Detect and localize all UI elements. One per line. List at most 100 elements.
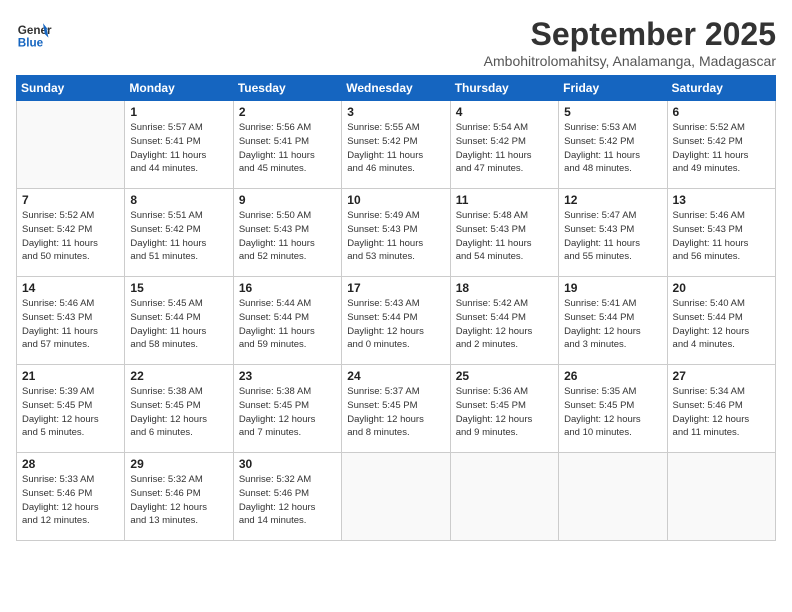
day-header-monday: Monday — [125, 76, 233, 101]
day-number: 22 — [130, 369, 227, 383]
day-info: Sunrise: 5:50 AM Sunset: 5:43 PM Dayligh… — [239, 209, 336, 264]
day-number: 15 — [130, 281, 227, 295]
day-info: Sunrise: 5:53 AM Sunset: 5:42 PM Dayligh… — [564, 121, 661, 176]
day-info: Sunrise: 5:40 AM Sunset: 5:44 PM Dayligh… — [673, 297, 770, 352]
calendar-cell: 15 Sunrise: 5:45 AM Sunset: 5:44 PM Dayli… — [125, 277, 233, 365]
day-info: Sunrise: 5:43 AM Sunset: 5:44 PM Dayligh… — [347, 297, 444, 352]
day-info: Sunrise: 5:46 AM Sunset: 5:43 PM Dayligh… — [22, 297, 119, 352]
day-info: Sunrise: 5:45 AM Sunset: 5:44 PM Dayligh… — [130, 297, 227, 352]
day-info: Sunrise: 5:39 AM Sunset: 5:45 PM Dayligh… — [22, 385, 119, 440]
calendar-cell — [450, 453, 558, 541]
calendar-cell: 25 Sunrise: 5:36 AM Sunset: 5:45 PM Dayli… — [450, 365, 558, 453]
calendar-cell: 23 Sunrise: 5:38 AM Sunset: 5:45 PM Dayli… — [233, 365, 341, 453]
calendar-cell: 18Sunrise: 5:42 AM Sunset: 5:44 PM Dayli… — [450, 277, 558, 365]
calendar-cell: 6 Sunrise: 5:52 AM Sunset: 5:42 PM Daylig… — [667, 101, 775, 189]
calendar-cell: 30Sunrise: 5:32 AM Sunset: 5:46 PM Dayli… — [233, 453, 341, 541]
day-header-friday: Friday — [559, 76, 667, 101]
day-info: Sunrise: 5:56 AM Sunset: 5:41 PM Dayligh… — [239, 121, 336, 176]
day-number: 17 — [347, 281, 444, 295]
calendar-cell: 3 Sunrise: 5:55 AM Sunset: 5:42 PM Daylig… — [342, 101, 450, 189]
calendar-cell: 19 Sunrise: 5:41 AM Sunset: 5:44 PM Dayli… — [559, 277, 667, 365]
day-info: Sunrise: 5:44 AM Sunset: 5:44 PM Dayligh… — [239, 297, 336, 352]
calendar-cell: 1Sunrise: 5:57 AM Sunset: 5:41 PM Daylig… — [125, 101, 233, 189]
calendar-cell — [342, 453, 450, 541]
calendar-cell: 26 Sunrise: 5:35 AM Sunset: 5:45 PM Dayli… — [559, 365, 667, 453]
location-subtitle: Ambohitrolomahitsy, Analamanga, Madagasc… — [484, 53, 776, 69]
calendar-cell: 7 Sunrise: 5:52 AM Sunset: 5:42 PM Daylig… — [17, 189, 125, 277]
calendar-cell — [17, 101, 125, 189]
day-info: Sunrise: 5:52 AM Sunset: 5:42 PM Dayligh… — [673, 121, 770, 176]
day-info: Sunrise: 5:38 AM Sunset: 5:45 PM Dayligh… — [239, 385, 336, 440]
calendar-cell: 13 Sunrise: 5:46 AM Sunset: 5:43 PM Dayli… — [667, 189, 775, 277]
day-number: 29 — [130, 457, 227, 471]
day-header-tuesday: Tuesday — [233, 76, 341, 101]
day-number: 18 — [456, 281, 553, 295]
day-number: 16 — [239, 281, 336, 295]
day-info: Sunrise: 5:48 AM Sunset: 5:43 PM Dayligh… — [456, 209, 553, 264]
day-number: 4 — [456, 105, 553, 119]
day-info: Sunrise: 5:35 AM Sunset: 5:45 PM Dayligh… — [564, 385, 661, 440]
day-header-wednesday: Wednesday — [342, 76, 450, 101]
day-number: 12 — [564, 193, 661, 207]
day-number: 5 — [564, 105, 661, 119]
day-info: Sunrise: 5:46 AM Sunset: 5:43 PM Dayligh… — [673, 209, 770, 264]
day-number: 13 — [673, 193, 770, 207]
calendar-cell: 8 Sunrise: 5:51 AM Sunset: 5:42 PM Daylig… — [125, 189, 233, 277]
day-info: Sunrise: 5:49 AM Sunset: 5:43 PM Dayligh… — [347, 209, 444, 264]
day-info: Sunrise: 5:32 AM Sunset: 5:46 PM Dayligh… — [130, 473, 227, 528]
calendar-cell: 10 Sunrise: 5:49 AM Sunset: 5:43 PM Dayli… — [342, 189, 450, 277]
calendar-cell: 17 Sunrise: 5:43 AM Sunset: 5:44 PM Dayli… — [342, 277, 450, 365]
week-row-2: 7 Sunrise: 5:52 AM Sunset: 5:42 PM Daylig… — [17, 189, 776, 277]
calendar-cell: 16 Sunrise: 5:44 AM Sunset: 5:44 PM Dayli… — [233, 277, 341, 365]
calendar-cell: 12 Sunrise: 5:47 AM Sunset: 5:43 PM Dayli… — [559, 189, 667, 277]
day-number: 20 — [673, 281, 770, 295]
day-number: 7 — [22, 193, 119, 207]
month-title: September 2025 — [484, 16, 776, 53]
calendar-table: SundayMondayTuesdayWednesdayThursdayFrid… — [16, 75, 776, 541]
calendar-cell: 9Sunrise: 5:50 AM Sunset: 5:43 PM Daylig… — [233, 189, 341, 277]
day-number: 23 — [239, 369, 336, 383]
calendar-cell: 11Sunrise: 5:48 AM Sunset: 5:43 PM Dayli… — [450, 189, 558, 277]
page-header: General Blue September 2025 Ambohitrolom… — [16, 16, 776, 69]
week-row-4: 21Sunrise: 5:39 AM Sunset: 5:45 PM Dayli… — [17, 365, 776, 453]
day-number: 26 — [564, 369, 661, 383]
day-info: Sunrise: 5:36 AM Sunset: 5:45 PM Dayligh… — [456, 385, 553, 440]
day-number: 30 — [239, 457, 336, 471]
day-number: 6 — [673, 105, 770, 119]
day-info: Sunrise: 5:41 AM Sunset: 5:44 PM Dayligh… — [564, 297, 661, 352]
calendar-cell: 2 Sunrise: 5:56 AM Sunset: 5:41 PM Daylig… — [233, 101, 341, 189]
svg-text:Blue: Blue — [18, 37, 44, 50]
day-info: Sunrise: 5:33 AM Sunset: 5:46 PM Dayligh… — [22, 473, 119, 528]
day-info: Sunrise: 5:57 AM Sunset: 5:41 PM Dayligh… — [130, 121, 227, 176]
day-info: Sunrise: 5:55 AM Sunset: 5:42 PM Dayligh… — [347, 121, 444, 176]
day-info: Sunrise: 5:54 AM Sunset: 5:42 PM Dayligh… — [456, 121, 553, 176]
week-row-5: 28 Sunrise: 5:33 AM Sunset: 5:46 PM Dayli… — [17, 453, 776, 541]
day-number: 25 — [456, 369, 553, 383]
day-info: Sunrise: 5:34 AM Sunset: 5:46 PM Dayligh… — [673, 385, 770, 440]
calendar-cell: 4 Sunrise: 5:54 AM Sunset: 5:42 PM Daylig… — [450, 101, 558, 189]
day-number: 2 — [239, 105, 336, 119]
calendar-cell: 24Sunrise: 5:37 AM Sunset: 5:45 PM Dayli… — [342, 365, 450, 453]
calendar-cell: 29 Sunrise: 5:32 AM Sunset: 5:46 PM Dayli… — [125, 453, 233, 541]
day-number: 10 — [347, 193, 444, 207]
day-header-sunday: Sunday — [17, 76, 125, 101]
day-number: 8 — [130, 193, 227, 207]
day-info: Sunrise: 5:51 AM Sunset: 5:42 PM Dayligh… — [130, 209, 227, 264]
day-number: 19 — [564, 281, 661, 295]
calendar-cell — [559, 453, 667, 541]
day-info: Sunrise: 5:47 AM Sunset: 5:43 PM Dayligh… — [564, 209, 661, 264]
week-row-3: 14 Sunrise: 5:46 AM Sunset: 5:43 PM Dayli… — [17, 277, 776, 365]
day-number: 28 — [22, 457, 119, 471]
calendar-cell: 20 Sunrise: 5:40 AM Sunset: 5:44 PM Dayli… — [667, 277, 775, 365]
day-number: 14 — [22, 281, 119, 295]
day-info: Sunrise: 5:52 AM Sunset: 5:42 PM Dayligh… — [22, 209, 119, 264]
day-header-thursday: Thursday — [450, 76, 558, 101]
day-number: 3 — [347, 105, 444, 119]
week-row-1: 1Sunrise: 5:57 AM Sunset: 5:41 PM Daylig… — [17, 101, 776, 189]
day-number: 27 — [673, 369, 770, 383]
header-row: SundayMondayTuesdayWednesdayThursdayFrid… — [17, 76, 776, 101]
logo-icon: General Blue — [16, 16, 52, 52]
day-number: 24 — [347, 369, 444, 383]
calendar-cell: 22Sunrise: 5:38 AM Sunset: 5:45 PM Dayli… — [125, 365, 233, 453]
calendar-cell: 14 Sunrise: 5:46 AM Sunset: 5:43 PM Dayli… — [17, 277, 125, 365]
